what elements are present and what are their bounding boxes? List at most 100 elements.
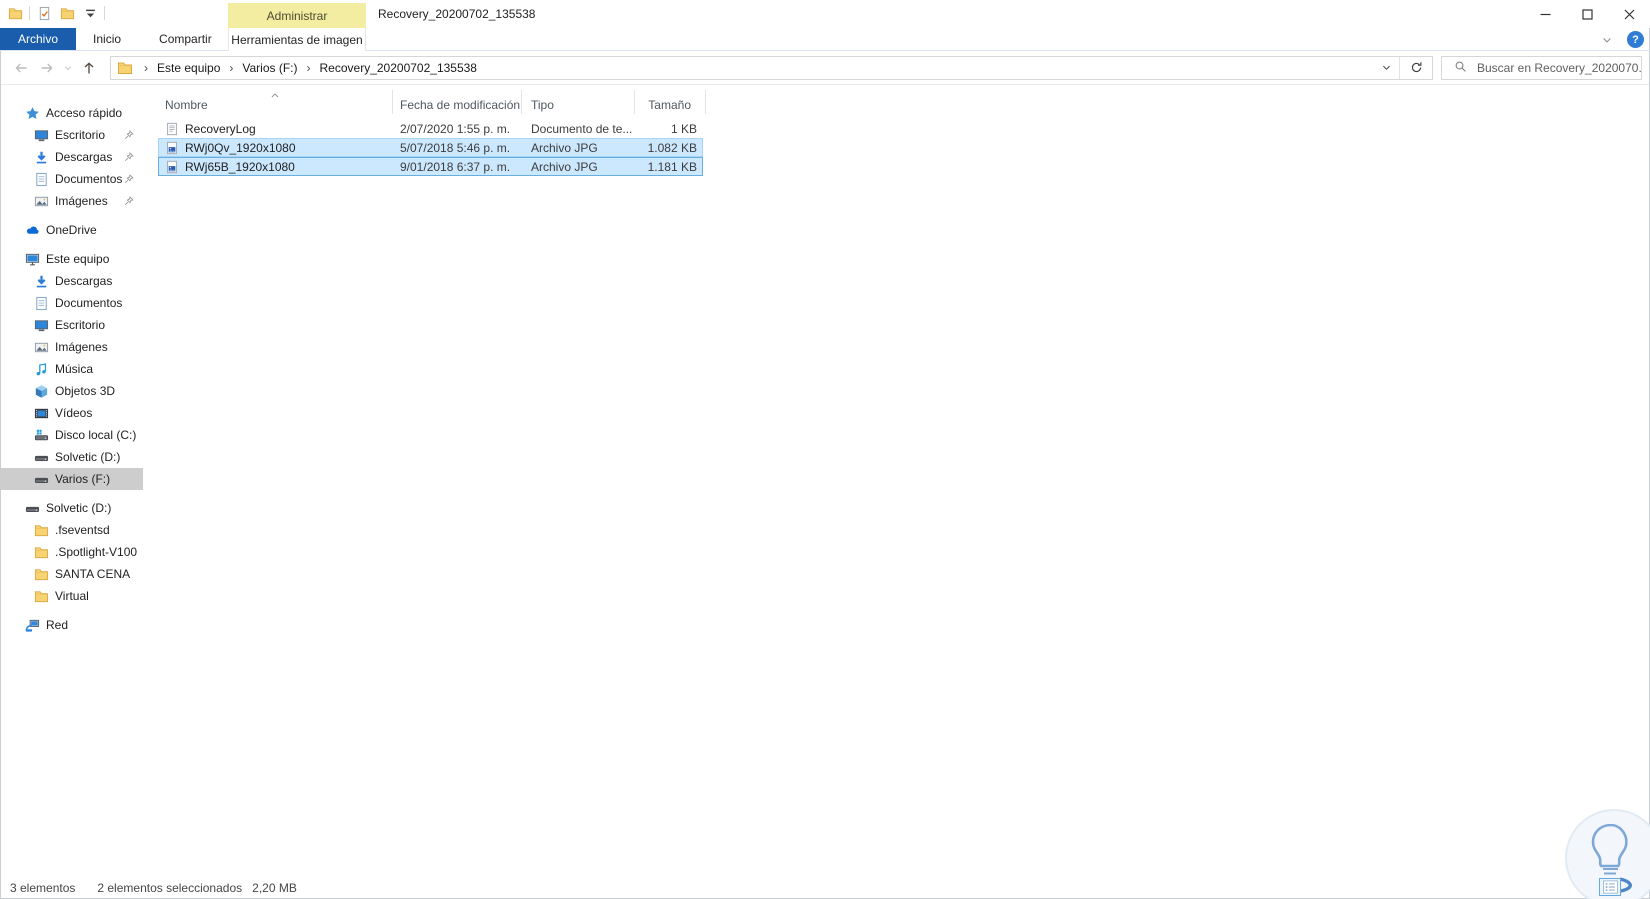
back-arrow-icon[interactable] xyxy=(8,56,34,80)
sidebar-item-varios-f[interactable]: Varios (F:) xyxy=(0,468,143,490)
sidebar-item-documentos-pc[interactable]: Documentos xyxy=(0,292,143,314)
sidebar-item-fseventsd[interactable]: .fseventsd xyxy=(0,519,143,541)
tab-inicio[interactable]: Inicio xyxy=(80,28,134,50)
sidebar-item-spotlight-v100[interactable]: .Spotlight-V100 xyxy=(0,541,143,563)
network-icon xyxy=(24,617,40,633)
tab-archivo[interactable]: Archivo xyxy=(0,28,77,50)
help-icon[interactable]: ? xyxy=(1627,31,1644,48)
table-row-rwj65b[interactable]: RWj65B_1920x1080 9/01/2018 6:37 p. m. Ar… xyxy=(158,157,703,176)
sidebar-item-label: Descargas xyxy=(55,274,113,288)
file-name-cell: RecoveryLog xyxy=(158,122,393,136)
sidebar-item-este-equipo[interactable]: Este equipo xyxy=(0,248,143,270)
documents-icon xyxy=(33,295,49,311)
dropdown-caret-icon[interactable] xyxy=(81,4,99,22)
file-list-pane: Nombre Fecha de modificación Tipo Tamaño… xyxy=(143,85,1650,877)
sidebar-item-santa-cena[interactable]: SANTA CENA xyxy=(0,563,143,585)
sidebar-item-solvetic-d[interactable]: Solvetic (D:) xyxy=(0,446,143,468)
separator xyxy=(104,6,105,20)
sidebar-item-label: Este equipo xyxy=(46,252,110,266)
refresh-icon[interactable] xyxy=(1400,57,1432,79)
file-name: RWj0Qv_1920x1080 xyxy=(185,140,296,155)
sidebar-item-escritorio-pc[interactable]: Escritorio xyxy=(0,314,143,336)
table-row-rwj0qv[interactable]: RWj0Qv_1920x1080 5/07/2018 5:46 p. m. Ar… xyxy=(158,138,703,157)
history-chevron-icon[interactable] xyxy=(60,56,76,80)
file-rows: RecoveryLog 2/07/2020 1:55 p. m. Documen… xyxy=(158,119,1650,176)
sidebar-item-onedrive[interactable]: OneDrive xyxy=(0,219,143,241)
details-view-icon[interactable] xyxy=(1599,878,1621,896)
sidebar-item-documentos[interactable]: Documentos xyxy=(0,168,143,190)
jpg-image-icon xyxy=(165,141,179,155)
minimize-button[interactable] xyxy=(1524,0,1566,28)
sidebar-item-musica[interactable]: Música xyxy=(0,358,143,380)
pin-icon xyxy=(123,173,135,185)
column-header-tipo[interactable]: Tipo xyxy=(522,90,635,114)
sidebar-item-solvetic-d-root[interactable]: Solvetic (D:) xyxy=(0,497,143,519)
up-arrow-icon[interactable] xyxy=(76,56,102,80)
folder-icon[interactable] xyxy=(58,4,76,22)
folder-icon xyxy=(33,588,49,604)
group-solvetic-d: Solvetic (D:) .fseventsd .Spotlight-V100… xyxy=(0,497,143,607)
sidebar-item-acceso-rapido[interactable]: Acceso rápido xyxy=(0,102,143,124)
text-document-icon xyxy=(165,122,179,136)
tab-compartir[interactable]: Compartir xyxy=(146,28,225,50)
breadcrumb-este-equipo[interactable]: Este equipo xyxy=(157,61,220,75)
sidebar-item-descargas-pc[interactable]: Descargas xyxy=(0,270,143,292)
search-input[interactable] xyxy=(1477,60,1641,75)
selection-size: 2,20 MB xyxy=(252,881,297,895)
sidebar-item-imagenes-pc[interactable]: Imágenes xyxy=(0,336,143,358)
breadcrumb-recovery-folder[interactable]: Recovery_20200702_135538 xyxy=(320,61,477,75)
close-button[interactable] xyxy=(1608,0,1650,28)
sidebar-item-disco-local-c[interactable]: Disco local (C:) xyxy=(0,424,143,446)
onedrive-icon xyxy=(24,222,40,238)
breadcrumb-separator: › xyxy=(306,60,311,75)
search-box[interactable] xyxy=(1441,55,1642,80)
sort-ascending-icon xyxy=(270,88,280,102)
file-size: 1.181 KB xyxy=(647,159,697,174)
table-row-recoverylog[interactable]: RecoveryLog 2/07/2020 1:55 p. m. Documen… xyxy=(158,119,703,138)
collapse-ribbon-chevron-icon[interactable] xyxy=(1597,31,1617,49)
quick-access-toolbar xyxy=(6,4,105,22)
large-icons-view-icon[interactable] xyxy=(1623,878,1645,896)
selection-count: 2 elementos seleccionados xyxy=(97,881,243,895)
sidebar-item-virtual[interactable]: Virtual xyxy=(0,585,143,607)
items-count: 3 elementos xyxy=(10,881,76,895)
group-este-equipo: Este equipo Descargas Documentos Escrito… xyxy=(0,248,143,490)
sidebar-item-red[interactable]: Red xyxy=(0,614,143,636)
file-date: 5/07/2018 5:46 p. m. xyxy=(400,140,511,155)
forward-arrow-icon[interactable] xyxy=(34,56,60,80)
navigation-bar: › Este equipo › Varios (F:) › Recovery_2… xyxy=(0,51,1650,85)
maximize-button[interactable] xyxy=(1566,0,1608,28)
column-header-nombre[interactable]: Nombre xyxy=(158,90,393,114)
sidebar-item-objetos-3d[interactable]: Objetos 3D xyxy=(0,380,143,402)
breadcrumb-varios-f[interactable]: Varios (F:) xyxy=(242,61,297,75)
pin-icon xyxy=(123,129,135,141)
contextual-tab-header[interactable]: Administrar xyxy=(228,3,366,28)
column-header-tamano[interactable]: Tamaño xyxy=(635,90,706,114)
music-icon xyxy=(33,361,49,377)
sidebar-item-label: Objetos 3D xyxy=(55,384,116,398)
sidebar-item-imagenes[interactable]: Imágenes xyxy=(0,190,143,212)
address-bar[interactable]: › Este equipo › Varios (F:) › Recovery_2… xyxy=(110,55,1433,80)
drive-icon xyxy=(33,449,49,465)
column-header-label: Nombre xyxy=(165,97,208,112)
sidebar-item-videos[interactable]: Vídeos xyxy=(0,402,143,424)
sidebar-item-escritorio[interactable]: Escritorio xyxy=(0,124,143,146)
explorer-window: Administrar Recovery_20200702_135538 Arc… xyxy=(0,0,1650,899)
column-header-fecha[interactable]: Fecha de modificación xyxy=(393,90,522,114)
tab-herramientas-de-imagen[interactable]: Herramientas de imagen xyxy=(228,28,366,51)
breadcrumb-separator: › xyxy=(229,60,234,75)
chevron-down-icon[interactable] xyxy=(1373,57,1399,79)
sidebar-item-descargas[interactable]: Descargas xyxy=(0,146,143,168)
group-acceso-rapido: Acceso rápido Escritorio Descargas Docum… xyxy=(0,102,143,212)
ribbon-right-controls: ? xyxy=(1597,28,1644,51)
file-date: 9/01/2018 6:37 p. m. xyxy=(400,159,511,174)
checked-document-icon[interactable] xyxy=(35,4,53,22)
folder-icon[interactable] xyxy=(6,4,24,22)
ribbon-tab-row: Archivo Inicio Compartir Vista Herramien… xyxy=(0,28,1650,51)
breadcrumb-separator: › xyxy=(144,60,148,75)
sidebar-item-label: SANTA CENA xyxy=(55,567,131,581)
sidebar-item-label: Descargas xyxy=(55,150,113,164)
computer-icon xyxy=(24,251,40,267)
file-name: RWj65B_1920x1080 xyxy=(185,159,295,174)
folder-icon[interactable] xyxy=(117,60,133,76)
